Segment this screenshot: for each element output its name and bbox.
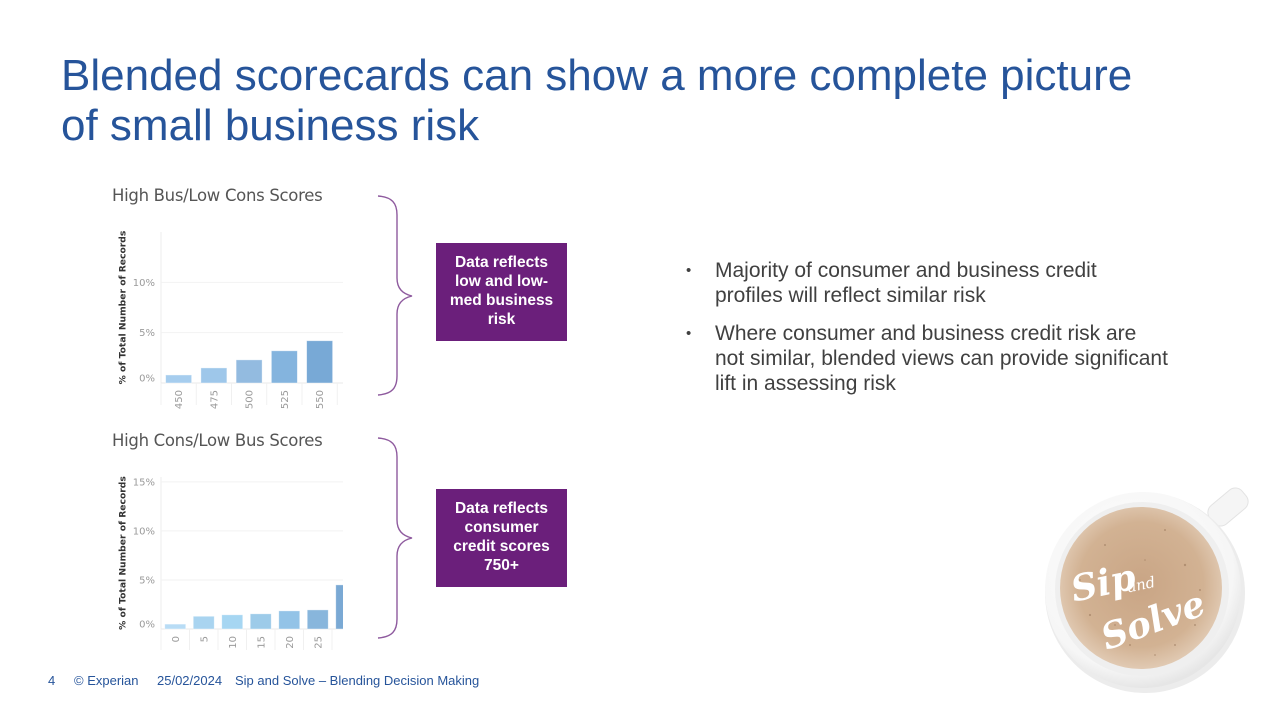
y-axis-title: % of Total Number of Records [118,230,129,384]
footer-date: 25/02/2024 [157,673,223,688]
x-tick-label-15: 15 [256,636,267,649]
bar-5 [192,615,215,630]
bar-15 [249,613,272,630]
x-tick-label-10: 10 [228,636,239,649]
callout-line: risk [487,311,516,328]
footer-page-number: 4 [48,673,56,688]
callout-line: credit scores [453,538,550,555]
bar-500 [235,359,263,384]
bar-0 [164,623,187,630]
y-tick-label: 0% [139,620,155,631]
callout-line: Data reflects [454,254,549,271]
bar-450 [165,374,193,384]
bullet-item: • Where consumer and business credit ris… [686,321,1168,396]
bullet-line: not similar, blended views can provide s… [715,347,1168,370]
y-tick-label: 15% [133,477,155,488]
callout-consumer-scores-750: Data reflects consumer credit scores 750… [436,489,567,587]
footer-copyright: © Experian [74,673,139,688]
bullet-line: lift in assessing risk [715,372,896,395]
slide-title-line-2: of small business risk [61,101,480,150]
x-tick-label-20: 20 [285,636,296,649]
y-tick-label: 5% [139,575,155,586]
x-tick-label-475: 475 [209,390,220,409]
bullet-line: profiles will reflect similar risk [715,284,986,307]
callout-line: med business [449,292,554,309]
y-tick-label: 5% [139,328,155,339]
callout-line: consumer [464,519,539,536]
x-tick-label-550: 550 [315,390,326,409]
callout-low-business-risk: Data reflects low and low- med business … [436,243,567,341]
callout-line: low and low- [455,273,548,290]
y-axis-title: % of Total Number of Records [118,476,129,630]
right-curly-bracket-top [377,195,413,396]
x-tick-label-25: 25 [313,636,324,649]
x-tick-label-450: 450 [174,390,185,409]
slide-title-line-1: Blended scorecards can show a more compl… [61,51,1133,100]
bar-category-6 [335,584,343,630]
chart-1-high-bus-low-cons: 0% 5% 10% 450 475 500 525 550 % of Total Number … [118,230,343,409]
chart-2-high-cons-low-bus: 0% 5% 10% 15% 0 5 10 15 20 25 % of Total Number of… [118,476,343,650]
bullet-list: • Majority of consumer and business cred… [686,258,1168,409]
bullet-item: • Majority of consumer and business cred… [686,258,1168,308]
bullet-dot-icon: • [686,262,692,279]
bar-475 [200,367,228,384]
right-curly-bracket-bottom [377,437,413,639]
slide-title: Blended scorecards can show a more compl… [61,51,1132,151]
y-tick-label: 10% [133,278,155,289]
x-tick-label-0: 0 [171,636,182,642]
bullet-line: Majority of consumer and business credit [715,259,1097,282]
callout-line: 750+ [484,557,519,574]
callout-line: Data reflects [454,500,549,517]
sip-and-solve-coffee-logo: Sip and Solve [1045,487,1249,693]
bullet-dot-icon: • [686,325,692,342]
x-tick-label-525: 525 [280,390,291,409]
y-tick-label: 10% [133,526,155,537]
bars-group [165,340,334,384]
y-tick-label: 0% [139,374,155,385]
bullet-line: Where consumer and business credit risk … [715,322,1137,345]
chart-2-title: High Cons/Low Bus Scores [112,431,323,450]
bar-20 [278,610,301,630]
footer-presentation-title: Sip and Solve – Blending Decision Making [235,673,480,688]
chart-1-title: High Bus/Low Cons Scores [112,186,323,205]
bar-25 [306,609,329,630]
bar-525 [270,350,298,384]
bar-550 [306,340,334,384]
x-tick-label-500: 500 [245,390,256,409]
bars-group [164,584,343,630]
bar-10 [221,614,244,630]
x-tick-label-5: 5 [199,636,210,642]
